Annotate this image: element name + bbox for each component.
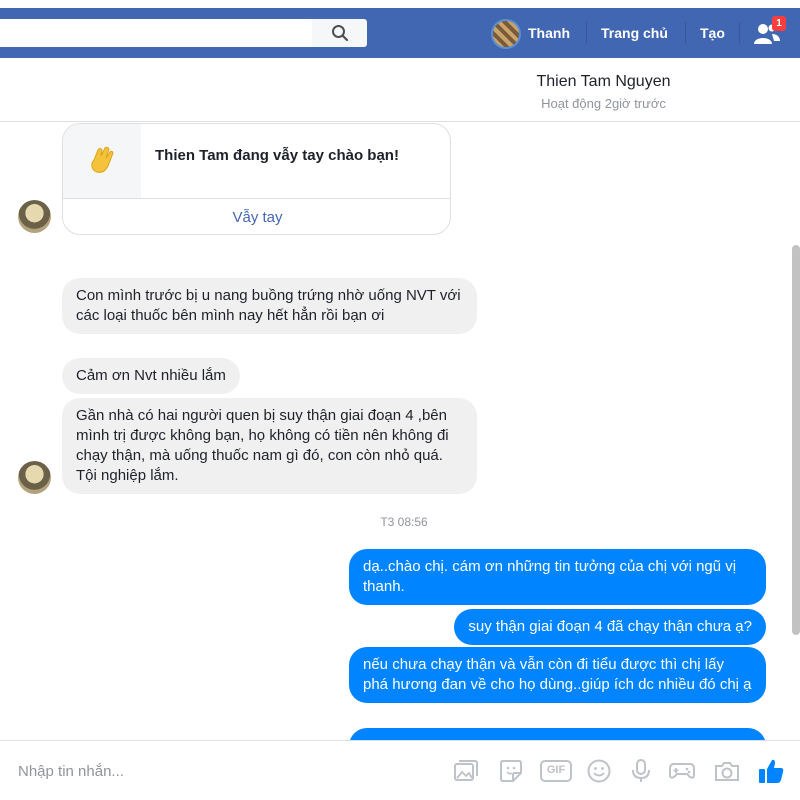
outgoing-message: nếu chưa chạy thận và vẫn còn đi tiểu đư… [349, 647, 766, 703]
outgoing-message-partial [349, 728, 766, 740]
wave-message-text: Thien Tam đang vẫy tay chào bạn! [155, 147, 399, 164]
microphone-icon [632, 759, 650, 782]
thumbs-up-icon [759, 759, 784, 783]
message-list[interactable]: Thien Tam đang vẫy tay chào bạn! Vẫy tay… [0, 122, 800, 740]
home-link[interactable]: Trang chủ [601, 25, 668, 41]
nav-divider [586, 22, 587, 44]
nav-divider [739, 22, 740, 44]
outgoing-message: suy thận giai đoạn 4 đã chạy thận chưa ạ… [454, 609, 766, 645]
profile-avatar [491, 19, 521, 49]
photo-stack-icon [454, 760, 478, 781]
wave-card-body: Thien Tam đang vẫy tay chào bạn! [63, 124, 450, 198]
sticker-button[interactable] [497, 757, 525, 785]
outgoing-message: dạ..chào chị. cám ơn những tin tưởng của… [349, 549, 766, 605]
message-timestamp: T3 08:56 [380, 515, 428, 529]
sticker-icon [500, 760, 522, 782]
emoji-button[interactable] [585, 757, 613, 785]
gif-label: GIF [546, 764, 566, 776]
like-button[interactable] [757, 757, 785, 785]
contact-avatar [18, 200, 51, 233]
contact-active-status: Hoạt động 2giờ trước [541, 96, 666, 111]
search-icon [331, 25, 348, 42]
wave-hand-icon [63, 124, 141, 198]
message-composer: GIF [0, 740, 800, 800]
voice-clip-button[interactable] [627, 757, 655, 785]
games-button[interactable] [668, 757, 696, 785]
camera-button[interactable] [713, 757, 741, 785]
scrollbar[interactable] [792, 245, 800, 635]
top-navigation-bar: Thanh Trang chủ Tạo 1 [0, 0, 800, 60]
profile-name-link[interactable]: Thanh [528, 25, 570, 41]
camera-icon [715, 762, 739, 781]
friend-requests-badge: 1 [772, 16, 786, 31]
add-photos-button[interactable] [452, 757, 480, 785]
wave-back-button[interactable]: Vẫy tay [63, 198, 450, 234]
message-input[interactable] [8, 757, 428, 785]
conversation-header: Thien Tam Nguyen Hoạt động 2giờ trước [0, 60, 800, 122]
wave-card: Thien Tam đang vẫy tay chào bạn! Vẫy tay [62, 123, 451, 235]
incoming-message: Cảm ơn Nvt nhiều lắm [62, 358, 240, 394]
game-controller-icon [669, 763, 695, 779]
emoji-icon [587, 759, 611, 783]
nav-profile-link[interactable] [491, 19, 521, 49]
contact-name[interactable]: Thien Tam Nguyen [0, 73, 800, 91]
incoming-message: Con mình trước bị u nang buồng trứng nhờ… [62, 278, 477, 334]
create-link[interactable]: Tạo [700, 25, 725, 41]
search-button[interactable] [312, 19, 367, 47]
gif-button[interactable]: GIF [540, 757, 572, 785]
nav-divider [685, 22, 686, 44]
incoming-message: Gần nhà có hai người quen bị suy thận gi… [62, 398, 477, 494]
contact-avatar [18, 461, 51, 494]
search-input[interactable] [0, 19, 313, 47]
